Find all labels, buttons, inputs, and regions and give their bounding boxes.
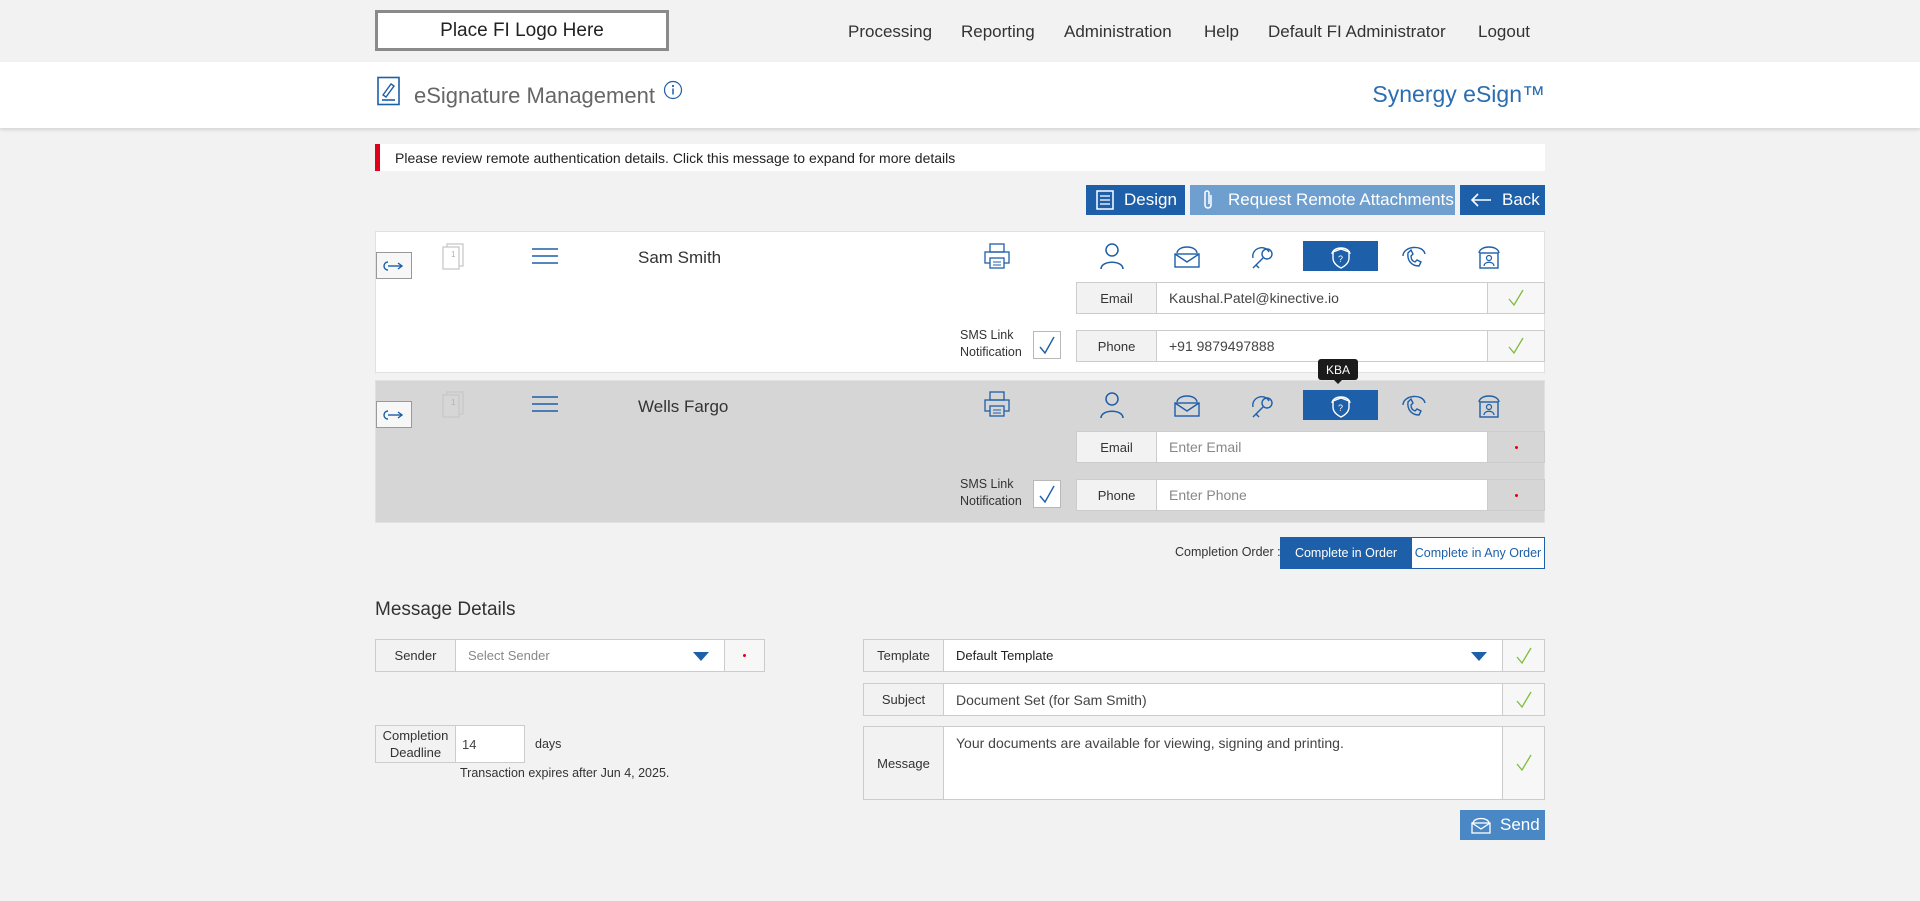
kba-tooltip: KBA	[1318, 359, 1358, 380]
arrow-left-icon	[1470, 193, 1492, 207]
request-remote-attachments-button[interactable]: Request Remote Attachments	[1190, 185, 1455, 215]
email-input[interactable]: Kaushal.Patel@kinective.io	[1156, 282, 1488, 314]
completion-deadline-label: Completion Deadline	[375, 725, 456, 763]
template-label: Template	[863, 639, 944, 672]
phone-input[interactable]: +91 9879497888	[1156, 330, 1488, 362]
completion-order-label: Completion Order :	[1175, 545, 1281, 559]
design-list-icon	[1096, 190, 1114, 210]
brand-name: Synergy eSign™	[1372, 81, 1545, 107]
nav-administration[interactable]: Administration	[1064, 22, 1172, 42]
sender-required-indicator	[724, 639, 765, 672]
info-icon[interactable]	[663, 80, 683, 100]
email-valid-check-icon	[1487, 282, 1545, 314]
template-valid-check-icon	[1502, 639, 1545, 672]
person-icon[interactable]	[1074, 390, 1149, 420]
person-icon[interactable]	[1074, 241, 1149, 271]
completion-deadline-input[interactable]: 14	[455, 725, 525, 763]
back-button-label: Back	[1502, 190, 1540, 209]
message-details-heading: Message Details	[375, 599, 516, 620]
message-label: Message	[863, 726, 944, 800]
subject-valid-check-icon	[1502, 683, 1545, 716]
document-count-icon[interactable]: 1	[441, 390, 465, 418]
template-select-value: Default Template	[956, 648, 1054, 663]
signer-name: Wells Fargo	[638, 397, 729, 416]
chevron-down-icon[interactable]	[1471, 652, 1487, 661]
nav-user-menu[interactable]: Default FI Administrator	[1268, 22, 1446, 42]
send-button[interactable]: Send	[1460, 810, 1545, 840]
nav-processing[interactable]: Processing	[848, 22, 932, 42]
email-label: Email	[1076, 282, 1157, 314]
svg-text:?: ?	[1338, 403, 1343, 413]
key-icon[interactable]	[1224, 241, 1299, 271]
back-button[interactable]: Back	[1460, 185, 1545, 215]
sender-select[interactable]: Select Sender	[455, 639, 725, 672]
top-navigation-bar	[0, 0, 1920, 62]
message-textarea[interactable]: Your documents are available for viewing…	[943, 726, 1503, 800]
sms-notification-checkbox[interactable]	[1033, 331, 1061, 359]
document-count-badge: 1	[451, 250, 456, 259]
send-button-label: Send	[1500, 815, 1540, 834]
paperclip-icon	[1202, 189, 1214, 211]
sms-link-notification-label: SMS Link Notification	[960, 328, 1022, 359]
subject-input[interactable]: Document Set (for Sam Smith)	[943, 683, 1503, 716]
route-signer-button[interactable]	[376, 401, 412, 428]
id-badge-icon[interactable]	[1451, 241, 1526, 271]
phone-required-indicator	[1487, 479, 1545, 511]
printer-icon[interactable]	[983, 390, 1011, 418]
page-header	[0, 62, 1920, 128]
route-arrow-icon	[383, 409, 405, 421]
deadline-unit-label: days	[535, 737, 562, 751]
phone-label: Phone	[1076, 330, 1157, 362]
sender-select-value: Select Sender	[468, 648, 550, 663]
request-remote-attachments-label: Request Remote Attachments	[1228, 190, 1454, 209]
nav-reporting[interactable]: Reporting	[961, 22, 1035, 42]
nav-help[interactable]: Help	[1204, 22, 1239, 42]
chevron-down-icon[interactable]	[693, 652, 709, 661]
route-signer-button[interactable]	[376, 252, 412, 279]
message-valid-check-icon	[1502, 726, 1545, 800]
design-button[interactable]: Design	[1086, 185, 1185, 215]
design-button-label: Design	[1124, 190, 1177, 209]
kba-shield-icon[interactable]: ?	[1303, 390, 1378, 420]
esignature-doc-icon	[376, 76, 402, 106]
email-label: Email	[1076, 431, 1157, 463]
phone-auth-icon[interactable]	[1376, 241, 1451, 271]
document-count-icon[interactable]: 1	[441, 242, 465, 270]
id-badge-icon[interactable]	[1451, 390, 1526, 420]
hamburger-menu-icon[interactable]	[531, 394, 559, 414]
nav-logout[interactable]: Logout	[1478, 22, 1530, 42]
auth-alert-banner[interactable]: Please review remote authentication deta…	[375, 144, 1545, 171]
email-input[interactable]: Enter Email	[1156, 431, 1488, 463]
printer-icon[interactable]	[983, 242, 1011, 270]
phone-input[interactable]: Enter Phone	[1156, 479, 1488, 511]
subject-label: Subject	[863, 683, 944, 716]
hamburger-menu-icon[interactable]	[531, 246, 559, 266]
route-arrow-icon	[383, 260, 405, 272]
sender-label: Sender	[375, 639, 456, 672]
email-auth-icon[interactable]	[1149, 241, 1224, 271]
sms-link-notification-label: SMS Link Notification	[960, 477, 1022, 508]
page-title: eSignature Management	[414, 83, 655, 108]
send-envelope-icon	[1470, 816, 1492, 834]
kba-shield-icon[interactable]: ?	[1303, 241, 1378, 271]
transaction-expiry-text: Transaction expires after Jun 4, 2025.	[460, 766, 670, 780]
template-select[interactable]: Default Template	[943, 639, 1503, 672]
complete-in-order-button[interactable]: Complete in Order	[1280, 537, 1412, 569]
document-count-badge: 1	[451, 398, 456, 407]
phone-valid-check-icon	[1487, 330, 1545, 362]
email-auth-icon[interactable]	[1149, 390, 1224, 420]
signer-name: Sam Smith	[638, 248, 722, 267]
phone-label: Phone	[1076, 479, 1157, 511]
svg-text:?: ?	[1338, 254, 1343, 264]
phone-auth-icon[interactable]	[1376, 390, 1451, 420]
key-icon[interactable]	[1224, 390, 1299, 420]
complete-in-any-order-button[interactable]: Complete in Any Order	[1411, 537, 1545, 569]
fi-logo-placeholder[interactable]: Place FI Logo Here	[375, 10, 669, 51]
email-required-indicator	[1487, 431, 1545, 463]
tooltip-arrow	[1333, 379, 1343, 384]
sms-notification-checkbox[interactable]	[1033, 480, 1061, 508]
